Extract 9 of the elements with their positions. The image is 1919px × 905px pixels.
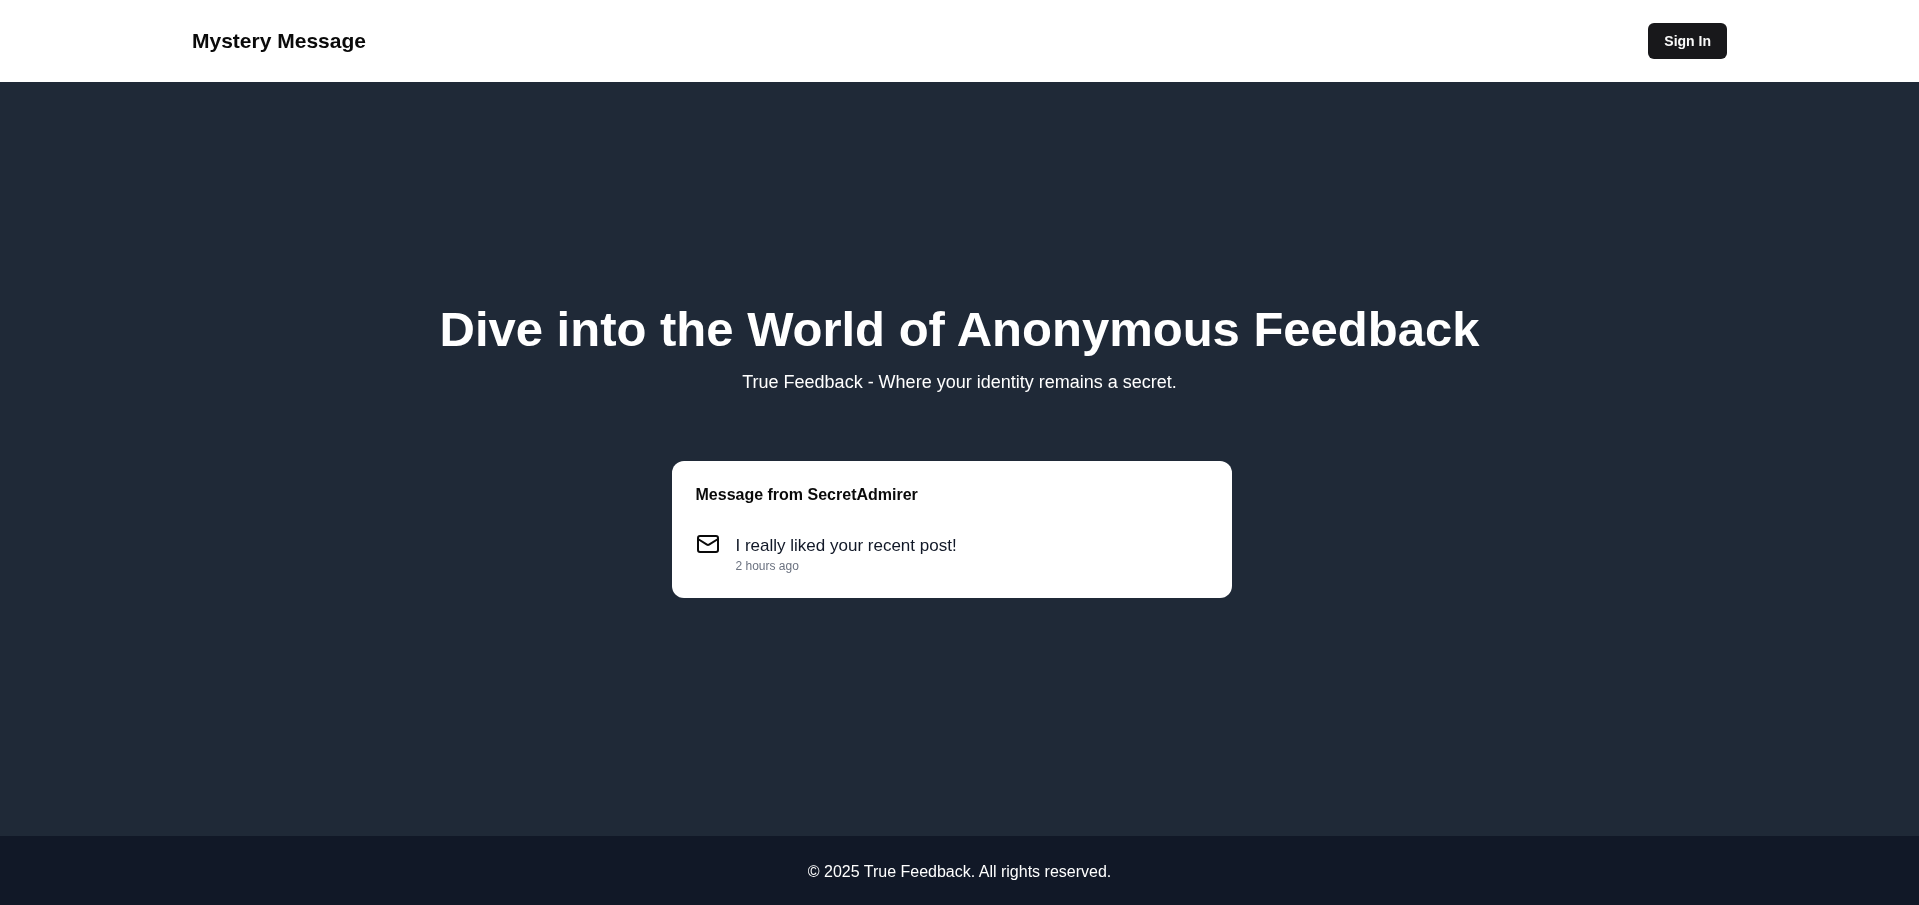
message-title: Message from SecretAdmirer — [695, 485, 919, 505]
site-title[interactable]: Mystery Message — [192, 27, 366, 55]
copyright-text: © 2025 True Feedback. All rights reserved. — [807, 863, 1112, 880]
hero-title: Dive into the World of Anonymous Feedback — [439, 302, 1480, 356]
message-text: I really liked your recent post! — [735, 535, 957, 557]
envelope-icon — [696, 535, 719, 553]
sign-in-button[interactable]: Sign In — [1648, 23, 1727, 59]
message-time: 2 hours ago — [735, 558, 800, 574]
hero-subtitle: True Feedback - Where your identity remains a secret. — [742, 371, 1177, 394]
